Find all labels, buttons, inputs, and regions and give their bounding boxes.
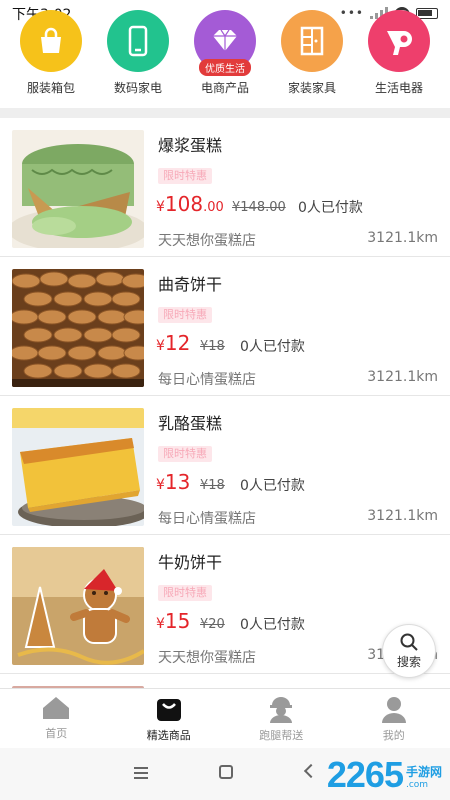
paid-count: 0人已付款 [240, 617, 305, 633]
back-icon[interactable] [303, 763, 319, 779]
product-item[interactable]: 爆浆蛋糕 限时特惠 ¥108.00 ¥148.00 0人已付款 天天想你蛋糕店 … [0, 118, 450, 257]
shop-name: 天天想你蛋糕店 [158, 650, 256, 666]
courier-icon [270, 697, 293, 723]
paid-count: 0人已付款 [240, 339, 305, 355]
tab-home[interactable]: 首页 [0, 689, 113, 748]
promo-tag: 限时特惠 [158, 446, 212, 462]
tab-errand[interactable]: 跑腿帮送 [225, 689, 338, 748]
price-integer: 12 [164, 331, 191, 355]
product-item[interactable]: 曲奇饼干 限时特惠 ¥12 ¥18 0人已付款 每日心情蛋糕店 3121.1km [0, 257, 450, 396]
category-icon-circle [281, 10, 343, 72]
product-item[interactable]: 乳酪蛋糕 限时特惠 ¥13 ¥18 0人已付款 每日心情蛋糕店 3121.1km [0, 396, 450, 535]
price-currency: ¥ [156, 338, 165, 354]
paid-count: 0人已付款 [298, 200, 363, 216]
shop-name: 每日心情蛋糕店 [158, 511, 256, 527]
cabinet-icon [300, 26, 324, 56]
app-screen: 下午3:02 ••• 服装箱包 [0, 0, 450, 800]
original-price: ¥18 [200, 339, 225, 354]
price-integer: 15 [164, 609, 191, 633]
category-digital-appliances[interactable]: 数码家电 [99, 10, 177, 100]
promo-tag: 限时特惠 [158, 307, 212, 323]
price-currency: ¥ [156, 199, 165, 215]
price-integer: 108 [164, 192, 204, 216]
shop-name: 每日心情蛋糕店 [158, 372, 256, 388]
category-icon-circle [107, 10, 169, 72]
product-item-partial[interactable] [0, 674, 450, 688]
product-list: 爆浆蛋糕 限时特惠 ¥108.00 ¥148.00 0人已付款 天天想你蛋糕店 … [0, 118, 450, 688]
distance: 3121.1km [367, 508, 438, 524]
category-label: 数码家电 [113, 81, 162, 95]
product-image-cheesecake [12, 408, 144, 526]
user-icon [381, 697, 406, 723]
category-home-furniture[interactable]: 家装家具 [273, 10, 351, 100]
floating-search-button[interactable]: 搜索 [382, 624, 436, 678]
bottom-tab-bar: 首页 精选商品 跑腿帮送 我的 [0, 688, 450, 748]
search-label: 搜索 [396, 655, 421, 669]
product-price: ¥13 [156, 470, 190, 494]
price-currency: ¥ [156, 477, 165, 493]
distance: 3121.1km [367, 230, 438, 246]
menu-icon[interactable] [134, 767, 148, 779]
home-button-icon[interactable] [219, 765, 233, 779]
category-label: 电商产品 [200, 81, 249, 95]
promo-tag: 限时特惠 [158, 168, 212, 184]
watermark-side: 手游网 .com [406, 763, 442, 790]
category-ecommerce[interactable]: 优质生活 电商产品 [186, 10, 264, 100]
system-nav-bar: 2265 手游网 .com [0, 748, 450, 800]
tab-featured[interactable]: 精选商品 [113, 689, 226, 748]
product-image-milk-biscuits [12, 547, 144, 665]
shopping-bag-icon [156, 699, 181, 721]
product-title: 牛奶饼干 [158, 553, 223, 572]
diamond-icon [213, 29, 237, 51]
phone-icon [128, 25, 148, 57]
product-title: 乳酪蛋糕 [158, 414, 223, 433]
category-home-appliances[interactable]: 生活电器 [360, 10, 438, 100]
quality-badge: 优质生活 [199, 59, 251, 76]
category-clothing-bags[interactable]: 服装箱包 [12, 10, 90, 100]
category-icon-circle [20, 10, 82, 72]
watermark-suffix: .com [405, 780, 429, 790]
watermark-logo: 2265 手游网 .com [327, 754, 442, 796]
original-price: ¥148.00 [232, 200, 286, 215]
product-title: 爆浆蛋糕 [158, 136, 223, 155]
tab-label: 首页 [45, 727, 68, 740]
paid-count: 0人已付款 [240, 478, 305, 494]
home-icon [43, 697, 70, 719]
category-row: 服装箱包 数码家电 优质生活 电商产品 家装家具 生活电器 [0, 10, 450, 100]
product-price: ¥15 [156, 609, 190, 633]
shopping-bag-icon [41, 27, 61, 53]
distance: 3121.1km [367, 369, 438, 385]
tab-label: 跑腿帮送 [259, 729, 304, 742]
tab-label: 我的 [382, 729, 405, 742]
original-price: ¥18 [200, 478, 225, 493]
watermark-number: 2265 [326, 754, 404, 795]
price-integer: 13 [164, 470, 191, 494]
tab-label: 精选商品 [146, 729, 191, 742]
category-label: 家装家具 [287, 81, 336, 95]
section-divider [0, 108, 450, 118]
price-decimal: .00 [203, 200, 224, 215]
product-image-lava-cake [12, 130, 144, 248]
category-label: 服装箱包 [26, 81, 75, 95]
shop-name: 天天想你蛋糕店 [158, 233, 256, 249]
hair-dryer-icon [387, 31, 412, 55]
promo-tag: 限时特惠 [158, 585, 212, 601]
category-label: 生活电器 [374, 81, 423, 95]
product-title: 曲奇饼干 [158, 275, 223, 294]
tab-profile[interactable]: 我的 [338, 689, 450, 748]
original-price: ¥20 [200, 617, 225, 632]
category-icon-circle [368, 10, 430, 72]
watermark-cn: 手游网 [405, 765, 442, 779]
category-icon-circle: 优质生活 [194, 10, 256, 76]
product-price: ¥108.00 [156, 192, 224, 216]
price-currency: ¥ [156, 616, 165, 632]
search-icon [400, 633, 418, 651]
product-price: ¥12 [156, 331, 190, 355]
product-image-cookies [12, 269, 144, 387]
